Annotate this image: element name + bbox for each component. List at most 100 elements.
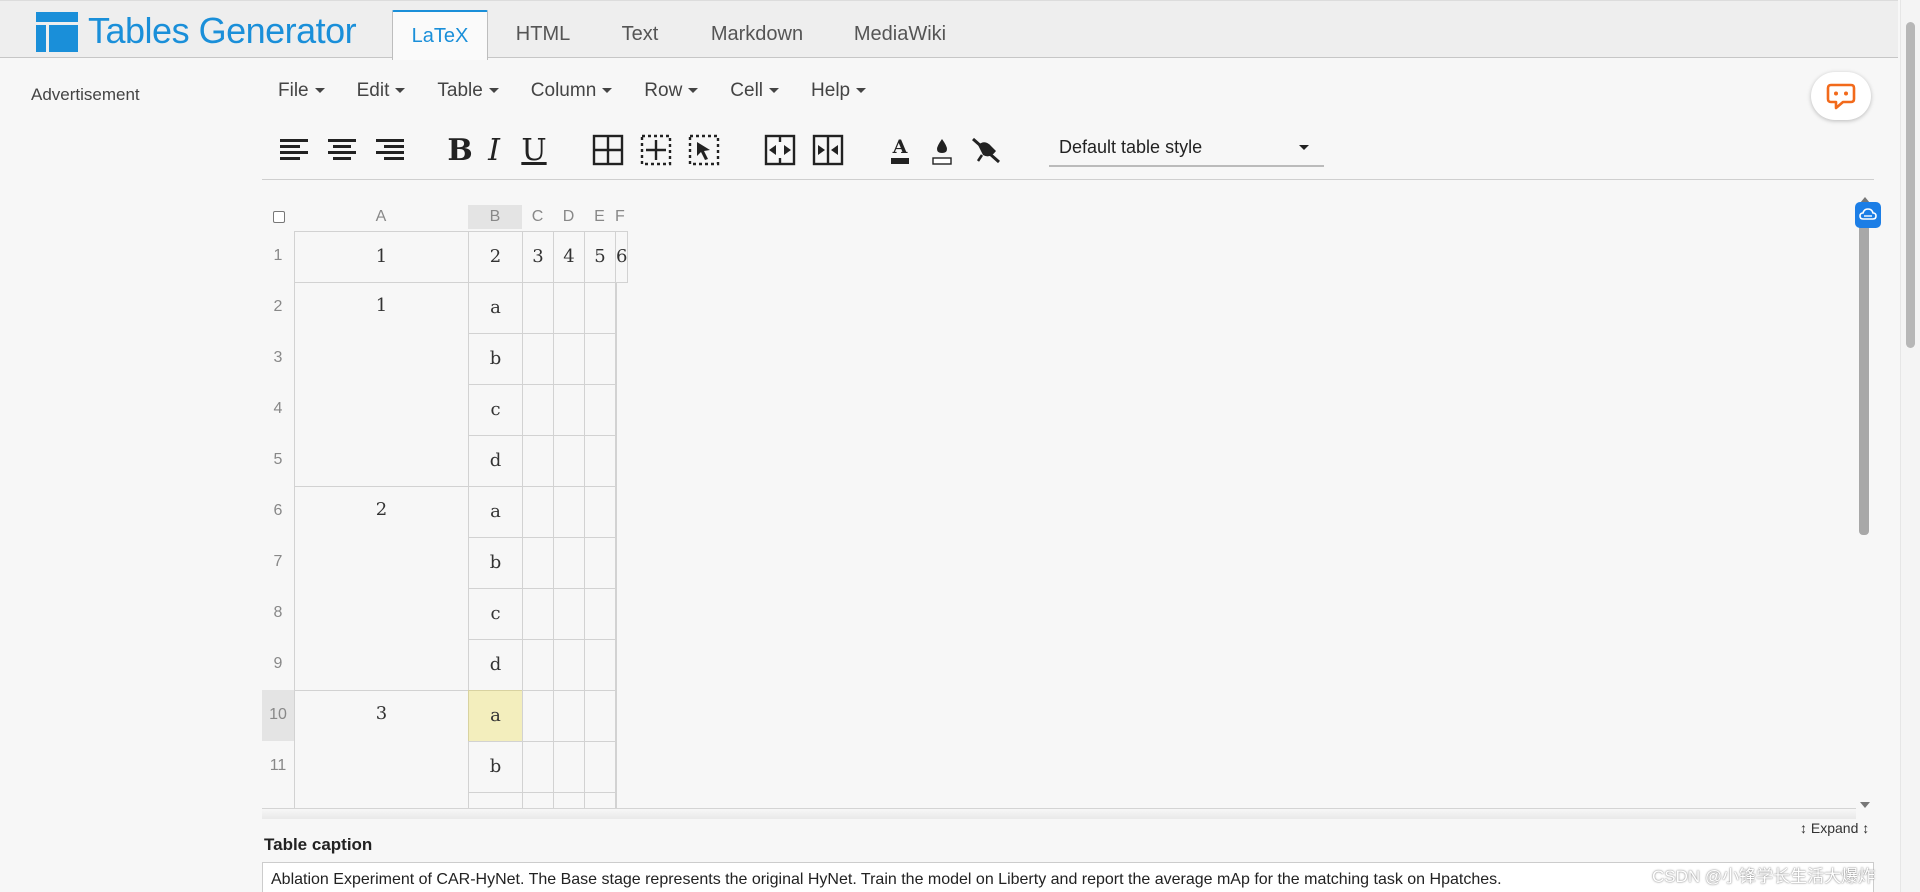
background-color-button[interactable] — [924, 130, 960, 170]
table-cell[interactable] — [522, 741, 554, 793]
expand-button[interactable]: ↕ Expand ↕ — [1800, 820, 1869, 836]
table-cell[interactable]: b — [468, 537, 523, 589]
menu-row[interactable]: Row — [644, 80, 699, 102]
table-cell[interactable] — [553, 537, 585, 589]
align-right-button[interactable] — [372, 130, 408, 170]
column-header-a[interactable]: A — [294, 205, 468, 229]
table-cell[interactable] — [584, 333, 616, 385]
table-cell[interactable]: 3 — [522, 231, 554, 283]
table-cell[interactable] — [553, 690, 585, 742]
table-cell[interactable] — [615, 486, 617, 538]
column-header-e[interactable]: E — [584, 205, 615, 229]
table-cell[interactable]: b — [468, 333, 523, 385]
table-cell[interactable] — [584, 588, 616, 640]
table-cell[interactable] — [615, 333, 617, 385]
table-cell[interactable] — [584, 384, 616, 436]
menu-help[interactable]: Help — [811, 80, 867, 102]
table-cell[interactable]: 5 — [584, 231, 616, 283]
table-cell[interactable] — [615, 741, 617, 793]
select-borders-button[interactable] — [686, 130, 722, 170]
caption-input[interactable]: Ablation Experiment of CAR-HyNet. The Ba… — [262, 862, 1874, 892]
chat-button[interactable] — [1811, 72, 1871, 120]
table-cell[interactable] — [615, 537, 617, 589]
inner-borders-button[interactable] — [638, 130, 674, 170]
row-header-11[interactable]: 11 — [262, 741, 294, 792]
merged-cell-a[interactable]: 2 — [294, 486, 469, 691]
table-cell[interactable]: a — [468, 690, 523, 742]
tab-mediawiki[interactable]: MediaWiki — [828, 10, 972, 58]
table-cell[interactable] — [522, 792, 554, 819]
table-cell[interactable]: 6 — [615, 231, 629, 283]
column-header-f[interactable]: F — [615, 205, 625, 229]
align-center-button[interactable] — [324, 130, 360, 170]
table-cell[interactable] — [522, 486, 554, 538]
table-cell[interactable] — [584, 486, 616, 538]
table-cell[interactable] — [553, 384, 585, 436]
table-cell[interactable] — [553, 486, 585, 538]
table-style-select[interactable]: Default table style — [1049, 131, 1324, 167]
table-editor-grid[interactable]: A B C D E F 1 2 3 4 5 6 7 8 9 10 11 12 1 2 3 4 5 6 1 2 3 a b c d a b c d a b… — [262, 197, 1856, 819]
table-cell[interactable] — [553, 588, 585, 640]
table-cell[interactable] — [553, 792, 585, 819]
select-all-checkbox[interactable] — [273, 211, 285, 223]
logo[interactable]: Tables Generator — [36, 9, 357, 53]
table-cell[interactable] — [553, 282, 585, 334]
merged-cell-a[interactable]: 3 — [294, 690, 469, 819]
table-cell[interactable] — [522, 639, 554, 691]
table-cell[interactable] — [615, 282, 617, 334]
table-cell[interactable] — [522, 435, 554, 487]
table-cell[interactable] — [522, 690, 554, 742]
row-header-6[interactable]: 6 — [262, 486, 294, 537]
all-borders-button[interactable] — [590, 130, 626, 170]
table-cell[interactable]: d — [468, 435, 523, 487]
merged-cell-a[interactable]: 1 — [294, 282, 469, 487]
table-cell[interactable] — [615, 435, 617, 487]
browser-extension-icon[interactable] — [1855, 202, 1881, 228]
row-header-4[interactable]: 4 — [262, 384, 294, 435]
table-cell[interactable]: c — [468, 792, 523, 819]
row-header-9[interactable]: 9 — [262, 639, 294, 690]
row-header-1[interactable]: 1 — [262, 231, 294, 282]
table-cell[interactable] — [584, 741, 616, 793]
grid-scrollbar[interactable] — [1855, 197, 1875, 819]
underline-button[interactable]: U — [516, 130, 552, 170]
tab-text[interactable]: Text — [594, 10, 686, 58]
table-cell[interactable] — [522, 588, 554, 640]
tab-markdown[interactable]: Markdown — [686, 10, 828, 58]
merge-cells-button[interactable] — [762, 130, 798, 170]
bold-button[interactable]: B — [442, 130, 478, 170]
page-scrollbar-thumb[interactable] — [1906, 22, 1915, 348]
menu-edit[interactable]: Edit — [357, 80, 406, 102]
grid-scrollbar-thumb[interactable] — [1859, 209, 1869, 535]
row-header-2[interactable]: 2 — [262, 282, 294, 333]
table-cell[interactable] — [584, 690, 616, 742]
menu-cell[interactable]: Cell — [730, 80, 780, 102]
menu-file[interactable]: File — [278, 80, 325, 102]
table-cell[interactable] — [584, 537, 616, 589]
table-cell[interactable] — [615, 588, 617, 640]
table-cell[interactable]: d — [468, 639, 523, 691]
table-cell[interactable] — [615, 792, 617, 819]
table-cell[interactable] — [553, 435, 585, 487]
table-cell[interactable]: 1 — [294, 231, 469, 283]
tab-html[interactable]: HTML — [492, 10, 594, 58]
row-header-12[interactable]: 12 — [262, 792, 294, 819]
row-header-10[interactable]: 10 — [262, 690, 294, 741]
table-cell[interactable] — [584, 792, 616, 819]
table-cell[interactable] — [615, 384, 617, 436]
align-left-button[interactable] — [276, 130, 312, 170]
table-cell[interactable] — [522, 384, 554, 436]
row-header-5[interactable]: 5 — [262, 435, 294, 486]
table-cell[interactable] — [553, 639, 585, 691]
table-cell[interactable] — [522, 537, 554, 589]
split-cells-button[interactable] — [810, 130, 846, 170]
table-cell[interactable] — [522, 282, 554, 334]
table-cell[interactable] — [553, 333, 585, 385]
table-cell[interactable]: b — [468, 741, 523, 793]
table-cell[interactable]: a — [468, 486, 523, 538]
table-cell[interactable] — [615, 690, 617, 742]
table-cell[interactable] — [553, 741, 585, 793]
table-cell[interactable]: 4 — [553, 231, 585, 283]
table-cell[interactable] — [522, 333, 554, 385]
italic-button[interactable]: I — [476, 130, 512, 170]
